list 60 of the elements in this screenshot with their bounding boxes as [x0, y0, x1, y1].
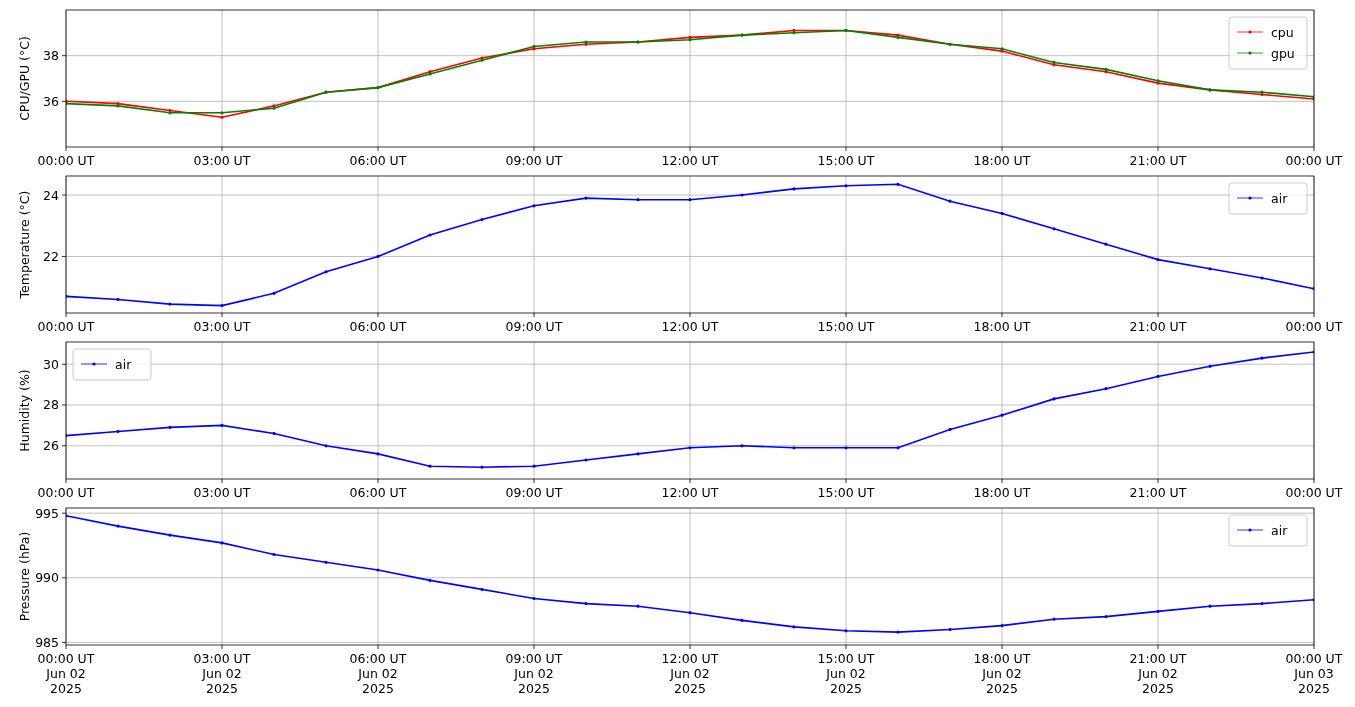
- tick-label: 03:00 UT: [193, 319, 251, 334]
- tick-label: 12:00 UT Jun 02 2025: [661, 651, 719, 696]
- tick-label: 21:00 UT: [1129, 153, 1187, 168]
- tick-label: 00:00 UT Jun 02 2025: [37, 651, 95, 696]
- tick-label: 12:00 UT: [661, 319, 719, 334]
- tick-label: 06:00 UT: [349, 319, 407, 334]
- tick-label: 00:00 UT Jun 03 2025: [1285, 651, 1343, 696]
- legend-line-icon: [1236, 528, 1264, 532]
- tick-label: 18:00 UT: [973, 319, 1031, 334]
- tick-label: 24: [43, 187, 59, 203]
- tick-label: 26: [43, 438, 59, 454]
- tick-label: 30: [43, 356, 59, 372]
- tick-label: 09:00 UT: [505, 319, 563, 334]
- tick-label: 18:00 UT Jun 02 2025: [973, 651, 1031, 696]
- axis-label: Pressure (hPa): [17, 531, 32, 622]
- tick-label: 985: [35, 634, 59, 650]
- axis-label: Humidity (%): [17, 369, 32, 452]
- legend-line-icon: [80, 362, 108, 366]
- tick-label: 15:00 UT: [817, 485, 875, 500]
- legend-label: air: [1271, 522, 1288, 538]
- tick-label: 06:00 UT: [349, 485, 407, 500]
- tick-label: 06:00 UT Jun 02 2025: [349, 651, 407, 696]
- tick-label: 36: [43, 93, 59, 109]
- tick-label: 990: [35, 570, 59, 586]
- tick-label: 21:00 UT: [1129, 319, 1187, 334]
- tick-label: 12:00 UT: [661, 153, 719, 168]
- tick-label: 22: [43, 249, 59, 264]
- tick-label: 03:00 UT: [193, 485, 251, 500]
- axis-label: Temperature (°C): [17, 190, 32, 299]
- tick-label: 03:00 UT Jun 02 2025: [193, 651, 251, 696]
- legend-line-icon: [1236, 30, 1264, 34]
- tick-label: 21:00 UT Jun 02 2025: [1129, 651, 1187, 696]
- tick-label: 06:00 UT: [349, 153, 407, 168]
- tick-label: 09:00 UT: [505, 153, 563, 168]
- legend-line-icon: [1236, 196, 1264, 200]
- legend-label: gpu: [1271, 45, 1295, 61]
- tick-label: 15:00 UT Jun 02 2025: [817, 651, 875, 696]
- legend-label: air: [1271, 190, 1288, 206]
- legend-label: air: [115, 356, 132, 372]
- tick-label: 18:00 UT: [973, 485, 1031, 500]
- tick-label: 00:00 UT: [1285, 319, 1343, 334]
- tick-label: 38: [43, 48, 59, 64]
- tick-label: 09:00 UT Jun 02 2025: [505, 651, 563, 696]
- tick-label: 00:00 UT: [37, 153, 95, 168]
- tick-label: 00:00 UT: [37, 485, 95, 500]
- tick-label: 03:00 UT: [193, 153, 251, 168]
- tick-label: 00:00 UT: [1285, 485, 1343, 500]
- tick-label: 00:00 UT: [37, 319, 95, 334]
- legend-label: cpu: [1271, 24, 1294, 40]
- tick-label: 28: [43, 397, 59, 413]
- tick-label: 995: [35, 505, 59, 521]
- legend-line-icon: [1236, 51, 1264, 55]
- axis-label: CPU/GPU (°C): [17, 36, 32, 121]
- tick-label: 12:00 UT: [661, 485, 719, 500]
- tick-label: 21:00 UT: [1129, 485, 1187, 500]
- tick-label: 15:00 UT: [817, 319, 875, 334]
- tick-label: 18:00 UT: [973, 153, 1031, 168]
- tick-label: 09:00 UT: [505, 485, 563, 500]
- tick-label: 15:00 UT: [817, 153, 875, 168]
- tick-label: 00:00 UT: [1285, 153, 1343, 168]
